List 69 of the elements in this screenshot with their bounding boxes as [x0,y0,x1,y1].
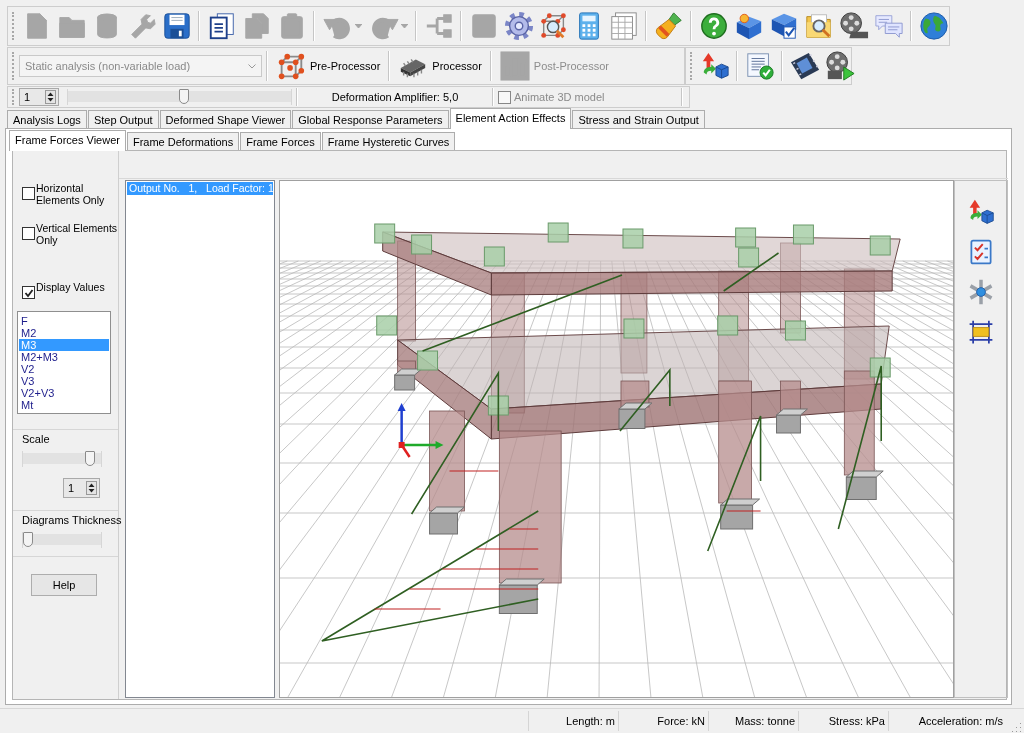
list-item[interactable]: V2+V3 [19,387,109,399]
beam-icon [967,318,995,346]
tab[interactable]: Frame Forces Viewer [9,130,126,151]
slider-thumb[interactable] [23,532,33,547]
folder-magnifier-icon [803,11,834,41]
brush-icon [653,11,684,41]
list-item[interactable]: M2 [19,327,109,339]
checkbox[interactable] [22,286,35,299]
chevron-down-icon [248,63,256,69]
document-check-icon [744,51,775,81]
checkbox[interactable] [22,187,35,200]
film-reel-icon [838,11,869,41]
deformation-amplifier-label: Deformation Amplifier: 5,0 [330,91,460,103]
spin-arrows-icon [86,481,97,495]
tab[interactable]: Stress and Strain Output [572,110,705,128]
help-button[interactable]: Help [31,574,97,596]
status-text: Stress: kPa [828,715,885,727]
checkbox-label[interactable]: Vertical Elements Only [36,222,118,246]
status-text: Acceleration: m/s [918,715,1003,727]
step-slider[interactable] [67,89,292,105]
status-text: Mass: tonne [735,715,795,727]
list-item[interactable]: M2+M3 [19,351,109,363]
processor-button[interactable]: Processor [394,49,486,83]
joint-icon [967,278,995,306]
scale-label: Scale [22,433,51,445]
step-spinbox[interactable]: 1 [19,88,59,106]
list-item[interactable]: Mt [19,399,109,411]
tab[interactable]: Step Output [87,110,159,128]
tab[interactable]: Frame Hysteretic Curves [321,132,456,150]
film-reel-play-button[interactable] [823,48,856,84]
tab[interactable]: Analysis Logs [7,110,87,128]
viewport-3d[interactable] [279,180,954,698]
save-icon [161,11,192,41]
caret-icon [354,24,362,28]
caret-icon [400,24,408,28]
checkbox[interactable] [22,227,35,240]
globe-icon [918,11,949,41]
arrow-cube-icon [967,198,995,226]
component-list[interactable]: F M2 M3 M2+M3 V2 V3 V2+V3 Mt [17,311,111,414]
tab[interactable]: Frame Forces [240,132,321,150]
square-icon [499,51,530,81]
tick-icon [23,287,34,298]
checkbox-label[interactable]: Display Values [36,281,118,293]
cube-frame-icon [276,51,306,81]
tab[interactable]: Global Response Parameters [292,110,449,128]
table-icon [608,11,639,41]
scale-spinbox[interactable]: 1 [63,478,100,498]
list-item[interactable]: V3 [19,375,109,387]
list-item[interactable]: F [19,315,109,327]
scale-slider[interactable] [22,451,102,467]
cube-magnifier-icon [538,11,569,41]
spin-arrows-icon [45,90,56,104]
status-text: Length: m [566,715,615,727]
tab[interactable]: Element Action Effects [449,108,572,129]
gear-icon [503,11,534,41]
status-text: Force: kN [657,715,705,727]
tab[interactable]: Frame Deformations [126,132,240,150]
axis-triad-icon [397,403,444,458]
tab[interactable]: Deformed Shape Viewer [159,110,292,128]
list-item[interactable]: V2 [19,363,109,375]
film-reel-play-icon [824,51,855,81]
slider-thumb[interactable] [178,89,189,104]
film-strip-icon [789,51,820,81]
thickness-slider[interactable] [22,532,102,548]
help-icon [698,11,729,41]
resize-grip-icon[interactable] [1010,721,1022,733]
checkbox-label[interactable]: Horizontal Elements Only [36,182,118,206]
pre-processor-button[interactable]: Pre-Processor [272,49,385,83]
slider-thumb[interactable] [84,451,95,466]
